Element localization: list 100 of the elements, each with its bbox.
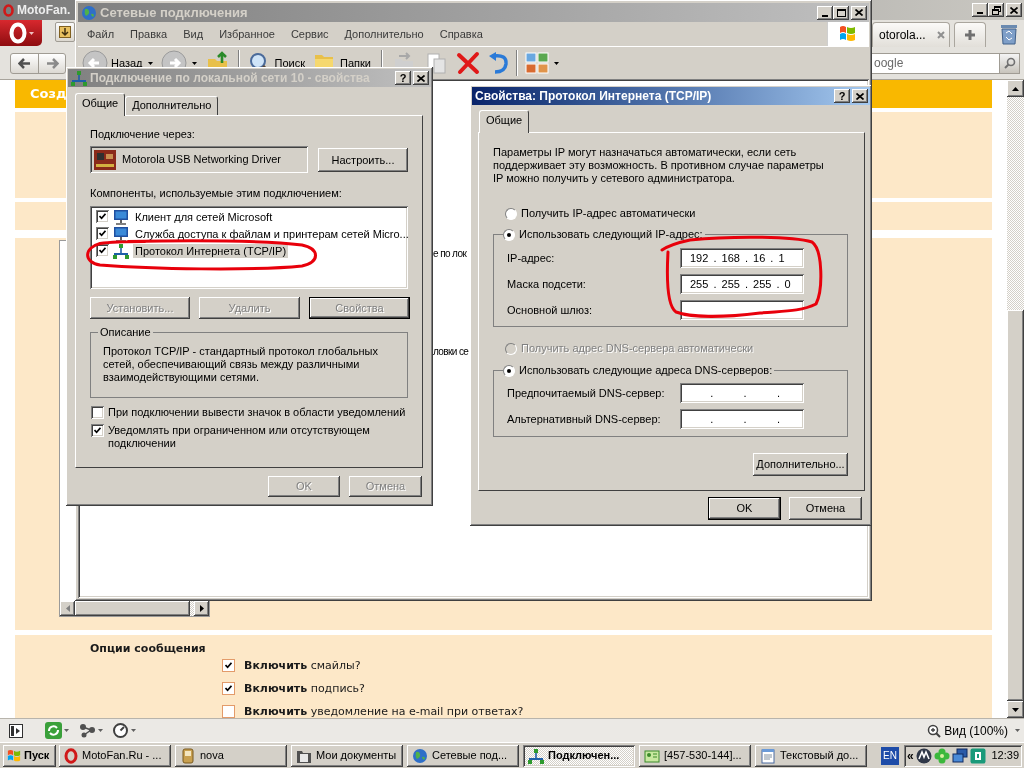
search-field[interactable]: oogle [872, 52, 1000, 74]
checkbox[interactable] [96, 244, 109, 257]
list-item[interactable]: Служба доступа к файлам и принтерам сетей Micro... [133, 226, 411, 241]
taskbar-button[interactable]: Текстовый до... [755, 744, 867, 767]
start-button[interactable]: Пуск [3, 744, 56, 767]
scrollbar-thumb[interactable] [75, 601, 190, 616]
checkbox[interactable] [222, 659, 235, 672]
checkmark-icon [94, 427, 101, 434]
menu-item[interactable]: Сервис [284, 24, 335, 44]
tab[interactable]: Общие [479, 110, 530, 133]
device-icon [180, 747, 196, 764]
close-icon [856, 92, 864, 100]
browser-tab[interactable]: otorola... [872, 22, 950, 47]
menu-item[interactable]: Справка [433, 24, 489, 44]
close-button[interactable] [1006, 3, 1022, 17]
taskbar-button[interactable]: [457-530-144]... [639, 744, 751, 767]
ip-address-field[interactable]: 192 . 168 . 16 . 1 [680, 248, 804, 268]
radio-label: Использовать следующие адреса DNS-серверов: [519, 364, 773, 377]
network-icon [528, 747, 544, 764]
minimize-button[interactable] [817, 5, 833, 20]
globe-icon [412, 747, 428, 764]
horizontal-scrollbar[interactable] [60, 601, 209, 616]
maximize-icon [836, 8, 846, 17]
close-button[interactable] [851, 5, 867, 20]
menu-item[interactable]: Правка [124, 24, 174, 44]
radio-button[interactable] [503, 228, 515, 241]
radio-button[interactable] [505, 207, 517, 220]
menu-item[interactable]: Дополнительно [338, 24, 430, 44]
checkbox[interactable] [96, 210, 109, 223]
network-icon [113, 242, 129, 259]
arrow-up-icon [1012, 86, 1019, 91]
page-heading: Созд [30, 86, 67, 102]
tab[interactable]: Общие [75, 93, 126, 116]
cancel-button[interactable]: Отмена [789, 497, 862, 520]
network-button[interactable] [79, 723, 103, 738]
checkbox[interactable] [96, 227, 109, 240]
ring-logo-icon [3, 3, 14, 17]
browser-menu-button[interactable] [0, 20, 42, 46]
taskbar-button[interactable]: MotoFan.Ru - ... [59, 744, 171, 767]
radio-label: Использовать следующий IP-адрес: [519, 228, 703, 241]
tab[interactable]: Дополнительно [125, 96, 219, 115]
maximize-button[interactable] [833, 5, 849, 20]
checkbox[interactable] [91, 424, 104, 437]
speed-button[interactable] [113, 723, 136, 738]
help-button[interactable]: ? [834, 89, 850, 103]
adapter-name: Motorola USB Networking Driver [122, 153, 281, 166]
vertical-scrollbar[interactable] [1007, 80, 1024, 718]
menu-item[interactable]: Избранное [213, 24, 281, 44]
views-button[interactable] [522, 50, 561, 76]
ip-address-field[interactable]: 255 . 255 . 255 . 0 [680, 274, 804, 294]
caret-icon [553, 61, 559, 65]
taskbar-button[interactable]: Сетевые под... [407, 744, 519, 767]
list-item[interactable]: Клиент для сетей Microsoft [133, 209, 275, 224]
notepad-icon [760, 747, 776, 764]
search-button[interactable] [1000, 52, 1020, 74]
ok-button[interactable]: OK [708, 497, 781, 520]
window-title: Сетевые подключения [100, 5, 248, 20]
scrollbar-thumb[interactable] [1007, 310, 1024, 701]
scroll-left-button[interactable] [60, 601, 75, 616]
checkbox[interactable] [91, 406, 104, 419]
ip-address-field[interactable]: . . . [680, 409, 804, 429]
close-button[interactable] [852, 89, 868, 103]
scroll-right-button[interactable] [194, 601, 209, 616]
close-button[interactable] [413, 71, 429, 85]
advanced-button[interactable]: Дополнительно... [753, 453, 848, 476]
scroll-down-button[interactable] [1007, 701, 1024, 718]
language-indicator[interactable]: EN [881, 746, 899, 765]
trash-icon [1000, 22, 1018, 45]
ip-address-field[interactable]: . . . [680, 383, 804, 403]
taskbar-button[interactable]: Мои документы [291, 744, 403, 767]
new-tab-button[interactable] [954, 22, 986, 47]
restore-button[interactable] [988, 3, 1004, 17]
minimize-icon [977, 12, 983, 14]
checkbox[interactable] [222, 682, 235, 695]
sync-button[interactable] [45, 722, 69, 739]
radio-button[interactable] [503, 364, 515, 377]
monitor-icon [113, 208, 129, 225]
option-label: Уведомлять при ограниченном или отсутствующем подключении [108, 424, 371, 450]
scroll-up-button[interactable] [1007, 80, 1024, 97]
arrow-right-icon [45, 57, 59, 69]
ring-logo-icon [8, 22, 27, 44]
zoom-button[interactable]: Вид (100%) [927, 723, 1020, 738]
tray-expand-button[interactable]: « [907, 748, 914, 763]
taskbar-button[interactable]: nova [175, 744, 287, 767]
checkbox[interactable] [222, 705, 235, 718]
minimize-button[interactable] [972, 3, 988, 17]
taskbar-button[interactable]: Подключен... [523, 744, 635, 767]
list-item[interactable]: Протокол Интернета (TCP/IP) [133, 243, 289, 258]
menu-item[interactable]: Файл [81, 24, 121, 44]
menu-item[interactable]: Вид [177, 24, 210, 44]
circle-logo-icon [915, 747, 932, 764]
help-button[interactable]: ? [395, 71, 411, 85]
configure-button[interactable]: Настроить... [318, 148, 408, 172]
radio-label: Получить IP-адрес автоматически [521, 207, 696, 220]
panel-toggle-button[interactable] [8, 722, 24, 739]
arrow-left-icon [65, 605, 70, 612]
caret-icon [1015, 729, 1020, 732]
download-icon [59, 26, 71, 38]
option-label: Включить подпись? [244, 682, 365, 695]
download-button[interactable] [55, 22, 75, 42]
